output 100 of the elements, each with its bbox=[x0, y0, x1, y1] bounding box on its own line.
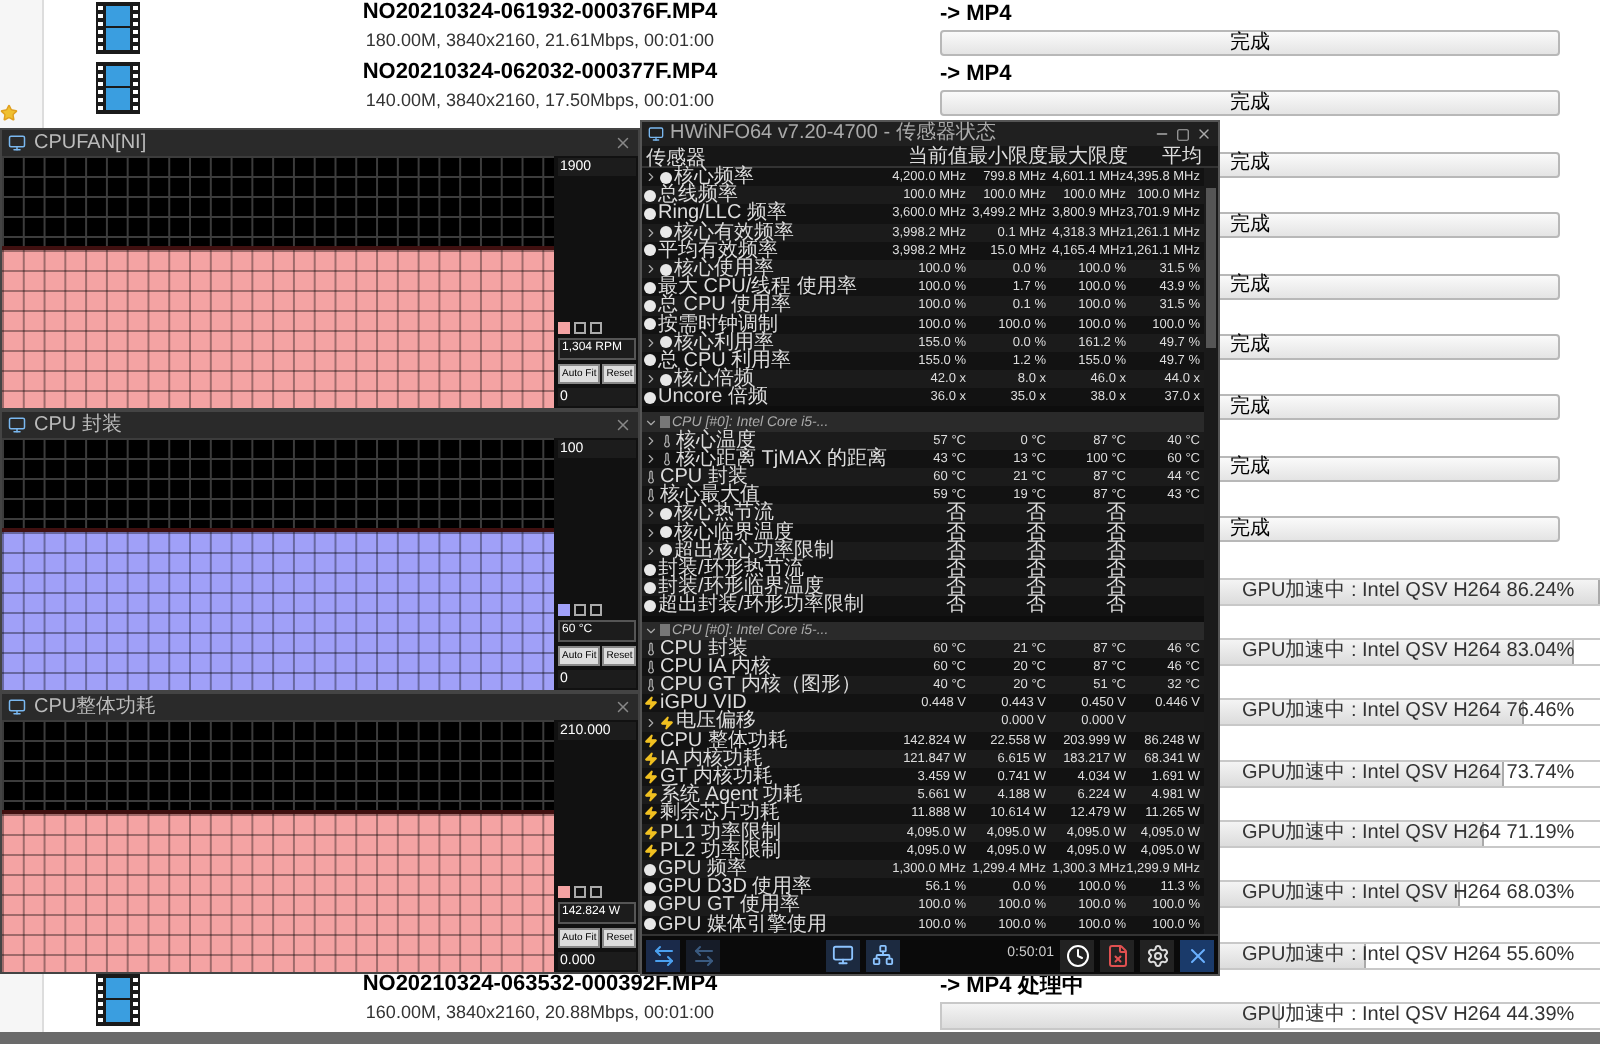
sensor-name: CPU GT 内核（图形） bbox=[660, 676, 861, 695]
file-name: NO20210324-062032-000377F.MP4 bbox=[362, 58, 718, 87]
arrows-button[interactable] bbox=[646, 939, 680, 971]
scrollbar-thumb[interactable] bbox=[1206, 188, 1216, 348]
column-header[interactable]: 最小限度 bbox=[968, 145, 1048, 167]
lightning-icon bbox=[644, 788, 658, 803]
monitor-button[interactable] bbox=[826, 939, 861, 971]
sensor-value: 否 bbox=[1106, 541, 1126, 560]
settings-icon bbox=[1145, 943, 1170, 967]
sensor-row[interactable]: 核心临界温度 否 否 否 bbox=[642, 523, 1204, 542]
file-info: 180.00M, 3840x2160, 21.61Mbps, 00:01:00 bbox=[365, 28, 715, 54]
file-name: NO20210324-061932-000376F.MP4 bbox=[362, 0, 718, 26]
chip-icon bbox=[660, 624, 670, 637]
lightning-icon bbox=[644, 806, 658, 821]
network-icon bbox=[872, 944, 895, 966]
app-icon bbox=[8, 416, 26, 434]
status-button[interactable]: 完成 bbox=[940, 90, 1560, 117]
column-header[interactable]: 平均 bbox=[1162, 145, 1202, 167]
legend-swatch[interactable] bbox=[558, 322, 570, 334]
sensor-value: 否 bbox=[1026, 541, 1046, 560]
sensor-name: 核心有效频率 bbox=[674, 223, 794, 242]
close-icon[interactable] bbox=[614, 698, 632, 716]
expand-icon[interactable] bbox=[644, 525, 658, 540]
progress-text: GPU加速中 : Intel QSV H264 68.03% bbox=[1242, 882, 1575, 907]
expand-icon[interactable] bbox=[644, 372, 658, 387]
file-info: 160.00M, 3840x2160, 20.88Mbps, 00:01:00 bbox=[365, 1000, 715, 1027]
legend-swatch[interactable] bbox=[558, 604, 570, 616]
report-button[interactable] bbox=[1100, 939, 1135, 971]
app-icon bbox=[8, 134, 26, 152]
settings-button[interactable] bbox=[1140, 939, 1175, 971]
double-arrow-icon bbox=[651, 943, 675, 967]
sensor-row[interactable]: 核心热节流 否 否 否 bbox=[642, 504, 1204, 524]
collapse-icon[interactable] bbox=[644, 623, 658, 638]
sensor-value: 否 bbox=[1026, 596, 1046, 616]
lightning-icon bbox=[644, 696, 658, 711]
lightning-icon bbox=[660, 715, 674, 730]
lightning-icon bbox=[644, 843, 658, 858]
status-button[interactable]: 完成 bbox=[940, 30, 1560, 56]
sensor-name: 核心利用率 bbox=[674, 333, 774, 352]
network-button[interactable] bbox=[866, 939, 901, 971]
sensor-name: 剩余芯片功耗 bbox=[660, 804, 780, 824]
window-title: CPUFAN[NI] bbox=[34, 131, 149, 155]
file-name: NO20210324-063532-000392F.MP4 bbox=[362, 970, 718, 999]
progress-text: GPU加速中 : Intel QSV H264 73.74% bbox=[1242, 761, 1575, 786]
expand-icon[interactable] bbox=[644, 170, 658, 185]
clock-button[interactable] bbox=[1060, 939, 1095, 971]
sensor-name: 核心临界温度 bbox=[674, 523, 794, 542]
sensor-name: 总线频率 bbox=[658, 186, 738, 205]
double-arrow-icon bbox=[691, 943, 715, 967]
toggle-box[interactable] bbox=[574, 604, 586, 616]
sensor-name: CPU 整体功耗 bbox=[660, 731, 788, 750]
close-icon[interactable] bbox=[1196, 126, 1212, 142]
sensor-name: 电压偏移 bbox=[676, 712, 756, 732]
expand-icon[interactable] bbox=[644, 335, 658, 350]
toggle-box[interactable] bbox=[590, 322, 602, 334]
legend-swatch[interactable] bbox=[558, 886, 570, 898]
expand-icon[interactable] bbox=[644, 715, 658, 730]
close-button[interactable] bbox=[1180, 939, 1215, 971]
sensor-name: 核心倍频 bbox=[674, 370, 754, 389]
sensor-name: 核心热节流 bbox=[674, 504, 774, 524]
sensor-value: 否 bbox=[946, 559, 966, 579]
sensor-name: CPU 封装 bbox=[660, 639, 748, 658]
document-x-icon bbox=[1105, 943, 1130, 967]
collapse-icon[interactable] bbox=[644, 415, 658, 430]
window-title: HWiNFO64 v7.20-4700 - 传感器状态 bbox=[670, 122, 998, 145]
progress-text: GPU加速中 : Intel QSV H264 83.04% bbox=[1242, 639, 1575, 664]
sensor-name: 核心距离 TjMAX 的距离 bbox=[676, 449, 888, 469]
column-header[interactable]: 最大限度 bbox=[1048, 145, 1128, 167]
toggle-box[interactable] bbox=[574, 322, 586, 334]
lightning-icon bbox=[644, 770, 658, 785]
sensor-row[interactable]: 超出核心功率限制 否 否 否 bbox=[642, 541, 1204, 560]
expand-icon[interactable] bbox=[644, 225, 658, 240]
close-icon[interactable] bbox=[614, 134, 632, 152]
monitor-icon bbox=[832, 944, 855, 966]
maximize-icon[interactable] bbox=[1176, 127, 1190, 141]
expand-icon[interactable] bbox=[644, 543, 658, 558]
toggle-box[interactable] bbox=[590, 604, 602, 616]
sensor-name: CPU IA 内核 bbox=[660, 657, 772, 677]
sensor-name: Ring/LLC 频率 bbox=[658, 204, 787, 224]
sensor-row[interactable]: 超出封装/环形功率限制 否 否 否 bbox=[642, 596, 1204, 615]
close-icon bbox=[1185, 943, 1210, 967]
sensor-value: 否 bbox=[1026, 559, 1046, 579]
progress-text: GPU加速中 : Intel QSV H264 76.46% bbox=[1242, 700, 1575, 725]
output-format: -> MP4 bbox=[940, 1, 1012, 27]
expand-icon[interactable] bbox=[644, 262, 658, 277]
app-icon bbox=[8, 698, 26, 716]
expand-icon[interactable] bbox=[644, 506, 658, 521]
expand-icon[interactable] bbox=[644, 451, 658, 466]
sensor-name: PL1 功率限制 bbox=[660, 823, 782, 842]
sensor-value: 否 bbox=[946, 578, 966, 597]
sensor-name: 总 CPU 使用率 bbox=[658, 296, 792, 316]
toggle-box[interactable] bbox=[590, 886, 602, 898]
star-icon[interactable] bbox=[0, 104, 18, 122]
window-title: CPU 封装 bbox=[34, 413, 124, 437]
close-icon[interactable] bbox=[614, 416, 632, 434]
expand-icon[interactable] bbox=[644, 433, 658, 448]
sensor-value: 否 bbox=[1106, 559, 1126, 579]
toggle-box[interactable] bbox=[574, 886, 586, 898]
sensor-value: 否 bbox=[1106, 523, 1126, 542]
progress-text: GPU加速中 : Intel QSV H264 55.60% bbox=[1242, 943, 1575, 968]
